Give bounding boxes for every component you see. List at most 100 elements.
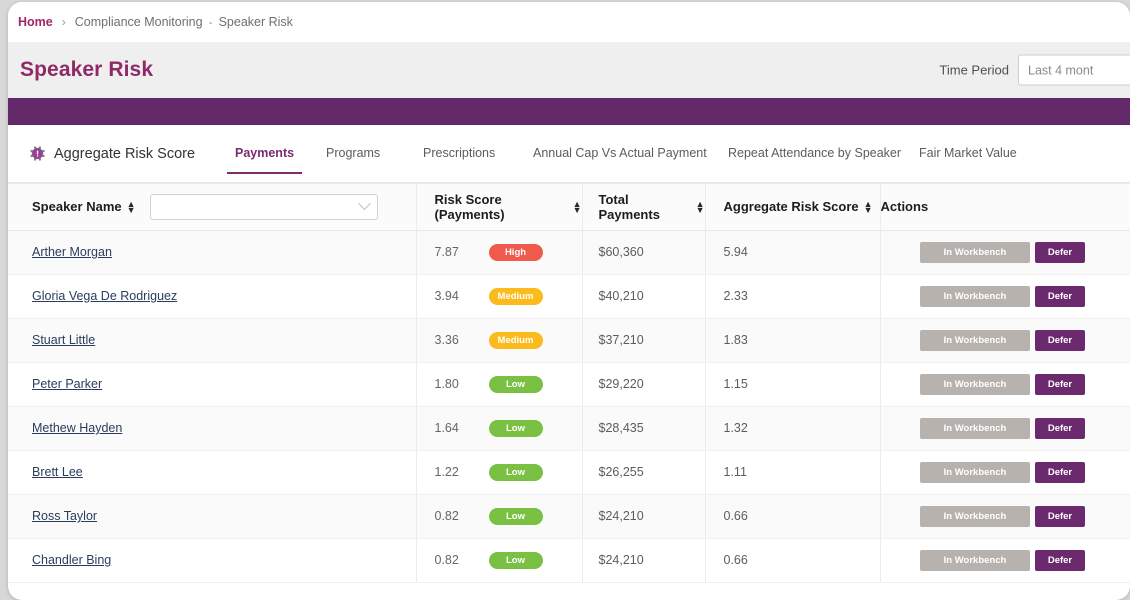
cell-total-payments: $60,360 xyxy=(581,230,705,275)
speaker-name-link[interactable]: Methew Hayden xyxy=(32,421,122,435)
defer-button[interactable]: Defer xyxy=(1035,241,1085,263)
table-row: Arther Morgan 7.87 High $60,360 5.94 In Workb… xyxy=(8,230,1130,275)
cell-total-payments: $26,255 xyxy=(581,450,705,495)
table-header: Speaker Name ▲ ▼ Risk Score (Payments) ▲ ▼ xyxy=(8,184,1130,231)
table-row: Gloria Vega De Rodriguez 3.94 Medium $40,21… xyxy=(8,274,1130,319)
table-row: Stuart Little 3.36 Medium $37,210 1.83 In Wor… xyxy=(8,318,1130,363)
column-label-total-payments: Total Payments xyxy=(598,191,660,222)
risk-table-container: Speaker Name ▲ ▼ Risk Score (Payments) ▲ ▼ xyxy=(8,183,1130,585)
cell-total-payments: $24,210 xyxy=(581,538,705,583)
cell-risk-score: 3.94 Medium xyxy=(415,274,582,319)
table-row: Chandler Bing 0.82 Low $24,210 0.66 In Workbe… xyxy=(8,538,1130,583)
risk-level-badge: Low xyxy=(488,375,543,393)
tab-prescriptions[interactable]: Prescriptions xyxy=(423,146,495,162)
defer-button[interactable]: Defer xyxy=(1035,461,1085,483)
cell-speaker-name: Arther Morgan xyxy=(8,230,416,275)
cell-total-payments: $29,220 xyxy=(581,362,705,407)
speaker-name-link[interactable]: Arther Morgan xyxy=(32,245,112,259)
cell-actions: In Workbench Defer xyxy=(879,538,1130,583)
risk-level-badge: Low xyxy=(488,419,543,437)
brand-banner xyxy=(8,98,1130,125)
time-period-select[interactable]: Last 4 mont xyxy=(1018,54,1130,86)
in-workbench-button[interactable]: In Workbench xyxy=(920,241,1030,263)
in-workbench-button[interactable]: In Workbench xyxy=(920,461,1030,483)
tab-programs[interactable]: Programs xyxy=(326,146,380,162)
defer-button[interactable]: Defer xyxy=(1035,329,1085,351)
in-workbench-button[interactable]: In Workbench xyxy=(920,373,1030,395)
cell-speaker-name: Peter Parker xyxy=(8,362,416,407)
speaker-name-link[interactable]: Stuart Little xyxy=(32,333,95,347)
column-header-actions: Actions xyxy=(879,184,1130,231)
speaker-name-filter-select[interactable] xyxy=(149,193,378,220)
cell-risk-score: 1.80 Low xyxy=(415,362,582,407)
cell-risk-score: 0.82 Low xyxy=(415,538,582,583)
sort-icon-speaker-name[interactable]: ▲ ▼ xyxy=(127,199,136,214)
cell-risk-score: 1.22 Low xyxy=(415,450,582,495)
time-period-label: Time Period xyxy=(939,62,1009,78)
speaker-name-link[interactable]: Gloria Vega De Rodriguez xyxy=(32,289,177,303)
tab-annual-cap-vs-actual-payment[interactable]: Annual Cap Vs Actual Payment xyxy=(533,146,707,162)
app-window: Home › Compliance Monitoring - Speaker R… xyxy=(8,2,1130,600)
cell-total-payments: $24,210 xyxy=(581,494,705,539)
risk-score-value: 1.64 xyxy=(434,421,459,435)
cell-aggregate-risk-score: 0.66 xyxy=(704,538,880,583)
speaker-name-link[interactable]: Peter Parker xyxy=(32,377,102,391)
column-label-risk-score: Risk Score (Payments) xyxy=(434,191,505,222)
in-workbench-button[interactable]: In Workbench xyxy=(920,285,1030,307)
page-title: Speaker Risk xyxy=(20,58,154,81)
breadcrumb-current-page: Speaker Risk xyxy=(218,15,293,29)
cell-risk-score: 7.87 High xyxy=(415,230,582,275)
risk-score-value: 7.87 xyxy=(434,245,459,259)
speaker-name-link[interactable]: Ross Taylor xyxy=(32,509,97,523)
risk-score-value: 3.94 xyxy=(434,289,459,303)
tab-payments[interactable]: Payments xyxy=(226,146,303,174)
in-workbench-button[interactable]: In Workbench xyxy=(920,417,1030,439)
speaker-name-link[interactable]: Chandler Bing xyxy=(32,553,111,567)
tab-fair-market-value[interactable]: Fair Market Value xyxy=(919,146,1017,162)
defer-button[interactable]: Defer xyxy=(1035,373,1085,395)
page-header: Speaker Risk Time Period Last 4 mont xyxy=(8,42,1130,98)
sort-icon-risk-score[interactable]: ▲ ▼ xyxy=(573,199,582,214)
cell-actions: In Workbench Defer xyxy=(879,494,1130,539)
defer-button[interactable]: Defer xyxy=(1035,549,1085,571)
breadcrumb-compliance-monitoring[interactable]: Compliance Monitoring xyxy=(75,15,203,29)
table-row: Peter Parker 1.80 Low $29,220 1.15 In Workben… xyxy=(8,362,1130,407)
cell-speaker-name: Ross Taylor xyxy=(8,494,416,539)
risk-score-value: 0.82 xyxy=(434,553,459,567)
table-row: Ross Taylor 0.82 Low $24,210 0.66 In Workbenc… xyxy=(8,494,1130,539)
cell-speaker-name: Stuart Little xyxy=(8,318,416,363)
cell-aggregate-risk-score: 0.66 xyxy=(704,494,880,539)
in-workbench-button[interactable]: In Workbench xyxy=(920,505,1030,527)
risk-level-badge: Medium xyxy=(488,287,543,305)
breadcrumb-home-link[interactable]: Home xyxy=(18,15,53,29)
aggregate-risk-score-label: Aggregate Risk Score xyxy=(54,145,196,162)
breadcrumb-separator-icon: › xyxy=(61,15,66,29)
table-row: Methew Hayden 1.64 Low $28,435 1.32 In Workbe… xyxy=(8,406,1130,451)
in-workbench-button[interactable]: In Workbench xyxy=(920,549,1030,571)
in-workbench-button[interactable]: In Workbench xyxy=(920,329,1030,351)
cell-speaker-name: Gloria Vega De Rodriguez xyxy=(8,274,416,319)
table-header-row: Speaker Name ▲ ▼ Risk Score (Payments) ▲ ▼ xyxy=(8,184,1130,231)
cell-speaker-name: Methew Hayden xyxy=(8,406,416,451)
defer-button[interactable]: Defer xyxy=(1035,505,1085,527)
cell-aggregate-risk-score: 5.94 xyxy=(704,230,880,275)
cell-actions: In Workbench Defer xyxy=(879,450,1130,495)
column-label-aggregate-risk-score: Aggregate Risk Score xyxy=(723,199,859,215)
cell-speaker-name: Chandler Bing xyxy=(8,538,416,583)
risk-score-value: 3.36 xyxy=(434,333,459,347)
sort-icon-aggregate-risk-score[interactable]: ▲ ▼ xyxy=(864,199,873,214)
cell-total-payments: $37,210 xyxy=(581,318,705,363)
sort-icon-total-payments[interactable]: ▲ ▼ xyxy=(696,199,705,214)
cell-total-payments: $40,210 xyxy=(581,274,705,319)
table-row: Brett Lee 1.22 Low $26,255 1.11 In Workbench D… xyxy=(8,450,1130,495)
risk-level-badge: Low xyxy=(488,507,543,525)
speaker-name-link[interactable]: Brett Lee xyxy=(32,465,83,479)
risk-level-badge: Low xyxy=(488,463,543,481)
cell-risk-score: 0.82 Low xyxy=(415,494,582,539)
tab-repeat-attendance-by-speaker[interactable]: Repeat Attendance by Speaker xyxy=(728,146,901,162)
speaker-risk-table: Speaker Name ▲ ▼ Risk Score (Payments) ▲ ▼ xyxy=(8,184,1130,583)
defer-button[interactable]: Defer xyxy=(1035,285,1085,307)
column-header-aggregate-risk-score: Aggregate Risk Score ▲ ▼ xyxy=(704,184,880,231)
defer-button[interactable]: Defer xyxy=(1035,417,1085,439)
cell-risk-score: 3.36 Medium xyxy=(415,318,582,363)
